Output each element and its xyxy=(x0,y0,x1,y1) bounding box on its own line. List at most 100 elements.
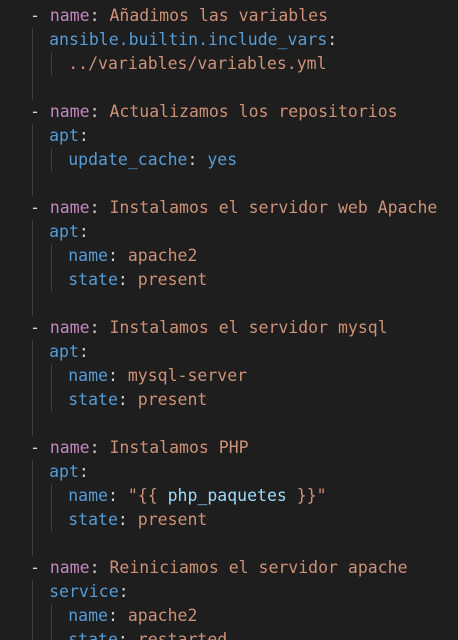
task-name-key: name xyxy=(49,102,90,121)
arg-value: apache2 xyxy=(127,606,198,625)
indent-guide xyxy=(32,76,33,100)
indent-guide xyxy=(51,508,53,532)
colon: : xyxy=(89,198,100,217)
code-text: apt: xyxy=(49,460,89,484)
module-key: ansible.builtin.include_vars xyxy=(49,30,328,49)
task-name-value: Actualizamos los repositorios xyxy=(109,102,398,121)
arg-value: mysql-server xyxy=(127,366,248,385)
code-text: state: restarted xyxy=(68,628,227,640)
indent-guide xyxy=(32,292,33,316)
colon: : xyxy=(89,558,100,577)
code-text: name: "{{ php_paquetes }}" xyxy=(68,484,326,508)
arg-key: state xyxy=(68,510,118,529)
task-name-key: name xyxy=(49,558,90,577)
arg-value: present xyxy=(137,270,208,289)
indent-guide xyxy=(32,532,33,556)
include-vars-path: ../variables/variables.yml xyxy=(68,54,327,73)
indent-guide xyxy=(51,484,53,508)
indent-guide xyxy=(51,244,53,268)
indent-guide xyxy=(51,388,53,412)
task-name-key: name xyxy=(49,6,90,25)
arg-value: restarted xyxy=(137,630,228,640)
indent-guide xyxy=(32,604,33,628)
code-text: name: mysql-server xyxy=(68,364,247,388)
indent-guide xyxy=(32,172,33,196)
template-close: }}" xyxy=(286,486,327,505)
code-text: name: apache2 xyxy=(68,244,197,268)
task-name-value: Instalamos el servidor mysql xyxy=(109,318,388,337)
indent-guide xyxy=(32,484,33,508)
indent-guide xyxy=(32,148,33,172)
list-dash: - xyxy=(30,198,40,217)
code-text: state: present xyxy=(68,268,207,292)
list-dash: - xyxy=(30,318,40,337)
template-variable: php_paquetes xyxy=(167,486,287,505)
colon: : xyxy=(78,462,89,481)
code-text: ../variables/variables.yml xyxy=(68,52,326,76)
code-text: update_cache: yes xyxy=(68,148,237,172)
indent-guide xyxy=(32,628,33,640)
code-text: apt: xyxy=(49,340,89,364)
colon: : xyxy=(117,510,128,529)
module-key: service xyxy=(49,582,119,601)
colon: : xyxy=(117,390,128,409)
list-dash: - xyxy=(30,6,40,25)
indent-guide xyxy=(51,364,53,388)
code-text: apt: xyxy=(49,124,89,148)
colon: : xyxy=(89,438,100,457)
indent-guide xyxy=(32,580,33,604)
indent-guide xyxy=(32,460,33,484)
colon: : xyxy=(89,102,100,121)
indent-guide xyxy=(51,604,53,628)
indent-guide xyxy=(32,28,33,52)
code-editor[interactable]: - name: Añadimos las variables ansible.bu… xyxy=(0,0,458,640)
indent-guide xyxy=(32,412,33,436)
arg-key: name xyxy=(68,486,108,505)
code-text: - name: Actualizamos los repositorios xyxy=(30,100,398,124)
task-name-key: name xyxy=(49,318,90,337)
colon: : xyxy=(78,222,89,241)
colon: : xyxy=(107,606,118,625)
colon: : xyxy=(78,126,89,145)
task-name-value: Instalamos el servidor web Apache xyxy=(109,198,438,217)
list-dash: - xyxy=(30,438,40,457)
code-text: state: present xyxy=(68,388,207,412)
list-dash: - xyxy=(30,102,40,121)
colon: : xyxy=(107,366,118,385)
arg-key: state xyxy=(68,270,118,289)
indent-guide xyxy=(32,268,33,292)
code-text: - name: Instalamos el servidor web Apach… xyxy=(30,196,437,220)
arg-value: apache2 xyxy=(127,246,198,265)
code-text: - name: Instalamos PHP xyxy=(30,436,249,460)
arg-value: present xyxy=(137,390,208,409)
task-name-key: name xyxy=(49,438,90,457)
code-text: - name: Añadimos las variables xyxy=(30,4,328,28)
code-text: - name: Instalamos el servidor mysql xyxy=(30,316,388,340)
colon: : xyxy=(118,582,129,601)
arg-key: update_cache xyxy=(68,150,188,169)
arg-key: name xyxy=(68,366,108,385)
code-text: - name: Reiniciamos el servidor apache xyxy=(30,556,408,580)
task-name-value: Instalamos PHP xyxy=(109,438,249,457)
arg-key: name xyxy=(68,246,108,265)
indent-guide xyxy=(32,364,33,388)
module-key: apt xyxy=(49,462,79,481)
colon: : xyxy=(89,318,100,337)
indent-guide xyxy=(32,124,33,148)
code-text: apt: xyxy=(49,220,89,244)
module-key: apt xyxy=(49,222,79,241)
arg-value: yes xyxy=(207,150,238,169)
colon: : xyxy=(327,30,338,49)
colon: : xyxy=(117,270,128,289)
indent-guide xyxy=(51,148,53,172)
task-name-value: Reiniciamos el servidor apache xyxy=(109,558,408,577)
indent-guide xyxy=(32,388,33,412)
code-text: service: xyxy=(49,580,128,604)
indent-guide xyxy=(51,268,53,292)
module-key: apt xyxy=(49,342,79,361)
list-dash: - xyxy=(30,558,40,577)
colon: : xyxy=(107,246,118,265)
indent-guide xyxy=(32,508,33,532)
task-name-value: Añadimos las variables xyxy=(109,6,329,25)
indent-guide xyxy=(51,52,53,76)
